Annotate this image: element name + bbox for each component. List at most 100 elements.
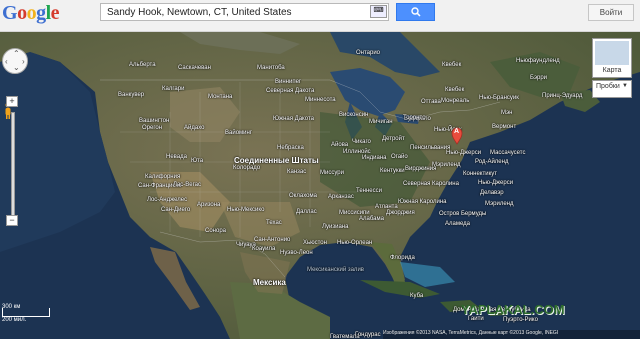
map-label[interactable]: Ванкувер [118,92,144,98]
map-label[interactable]: Техас [266,220,282,226]
search-button[interactable] [396,3,435,21]
map-label[interactable]: Миссури [320,170,344,176]
map-label[interactable]: Пуэрто-Рико [503,317,538,323]
map-label[interactable]: Джорджия [386,210,415,216]
map-label[interactable]: Нью-Брансуик [479,95,519,101]
map-label[interactable]: Соединенные Штаты [234,156,319,165]
map-label[interactable]: Мексика [253,278,286,287]
map-label[interactable]: Сан-Диего [161,207,190,213]
traffic-toggle[interactable]: Пробки ▼ [592,80,632,98]
map-label[interactable]: Пенсильвания [410,145,450,151]
map-label[interactable]: Торонто [403,115,426,121]
map-label[interactable]: Даллас [296,209,317,215]
map-label[interactable]: Онтарио [356,50,380,56]
map-label[interactable]: Хьюстон [303,240,327,246]
map-label[interactable]: Куба [410,293,423,299]
map-label[interactable]: Оттава [421,99,441,105]
map-label[interactable]: Миннесота [305,97,336,103]
map-label[interactable]: Южная Дакота [273,116,314,122]
map-label[interactable]: Мэн [501,110,512,116]
map-label[interactable]: Нью-Джерси [446,150,481,156]
zoom-in-button[interactable]: + [6,96,18,107]
map-label[interactable]: Детройт [382,136,405,142]
map-label[interactable]: Монреаль [441,98,469,104]
map-label[interactable]: Флорида [390,255,415,261]
zoom-slider-track[interactable] [11,112,15,224]
map-label[interactable]: Северная Дакота [266,88,314,94]
pan-left-icon[interactable]: ‹ [5,57,8,66]
map-label[interactable]: Мэриленд [485,201,513,207]
google-logo[interactable]: Google [2,2,60,25]
map-label[interactable]: Коауила [252,246,275,252]
map-label[interactable]: Сан-Антонио [254,237,290,243]
search-input[interactable]: Sandy Hook, Newtown, CT, United States [100,3,389,21]
map-label[interactable]: Индиана [362,155,386,161]
map-label[interactable]: Бэрри [530,75,547,81]
zoom-out-button[interactable]: − [6,215,18,226]
map-label[interactable]: Нью-Орлеан [337,240,372,246]
marker-label: A [454,128,460,135]
map-label[interactable]: Вашингтон [139,118,169,124]
map-label[interactable]: Массачусетс [490,150,525,156]
location-marker[interactable]: A [451,127,463,145]
map-label[interactable]: Квебек [442,62,461,68]
map-type-thumbnail [595,41,629,65]
pan-right-icon[interactable]: › [22,57,25,66]
map-label[interactable]: Калифорния [145,174,180,180]
map-label[interactable]: Нью-Джерси [478,180,513,186]
map-label[interactable]: Канзас [287,169,306,175]
map-label[interactable]: Мичиган [369,119,393,125]
login-button[interactable]: Войти [588,4,634,21]
map-label[interactable]: Лас-Вегас [173,182,201,188]
pan-control[interactable]: ⌃ ‹ › ⌄ [2,48,28,74]
map-label[interactable]: Монтана [208,94,232,100]
map-label[interactable]: Колорадо [233,165,260,171]
map-label[interactable]: Саскачеван [178,65,211,71]
map-label[interactable]: Аламеда [445,221,470,227]
map-label[interactable]: Оклахома [289,193,317,199]
map-label[interactable]: Арканзас [328,194,354,200]
map-label[interactable]: Алабама [359,216,384,222]
map-label[interactable]: Сонора [205,228,226,234]
map-label[interactable]: Южная Каролина [398,199,447,205]
map-label[interactable]: Манитоба [257,65,285,71]
map-label[interactable]: Невада [166,154,187,160]
map-type-label: Карта [602,67,622,74]
map-label[interactable]: Северная Каролина [403,181,459,187]
map-label[interactable]: Юта [191,158,203,164]
map-label[interactable]: Квебек [445,87,464,93]
map-label[interactable]: Чикаго [352,139,371,145]
map-label[interactable]: Висконсин [339,112,368,118]
map-label[interactable]: Альберта [129,62,156,68]
map-label[interactable]: Теннесси [356,188,382,194]
map-label[interactable]: Нуэво-Леон [280,250,313,256]
map-label[interactable]: Огайо [391,154,408,160]
map-label[interactable]: Нью-Мексико [227,207,264,213]
map-label[interactable]: Остров Бермуды [439,211,486,217]
map-label[interactable]: Род-Айленд [475,159,508,165]
map-type-control[interactable]: Карта [592,38,632,78]
map-label[interactable]: Небраска [277,145,304,151]
map-label[interactable]: Виннипег [275,79,301,85]
map-label[interactable]: Луизиана [322,224,348,230]
map-label[interactable]: Аризона [197,202,220,208]
map-label[interactable]: Калгари [162,86,184,92]
map-label[interactable]: Айдахо [184,125,204,131]
map-label[interactable]: Гондурас [355,332,381,338]
keyboard-icon[interactable]: ⌨ [370,5,387,18]
map-label[interactable]: Орегон [142,125,162,131]
map-label[interactable]: Ньюфаундленд [516,58,560,64]
map-label[interactable]: Делавэр [480,190,504,196]
map-label[interactable]: Принц-Эдуард [542,93,582,99]
map-label[interactable]: Мексиканский залив [307,267,364,273]
map-label[interactable]: Вирджиния [405,166,436,172]
map-viewport[interactable]: Онтарио Альберта Саскачеван Манитоба Квебек Н… [0,32,640,339]
map-label[interactable]: Лос-Анджелес [147,197,187,203]
pan-down-icon[interactable]: ⌄ [13,63,20,72]
map-label[interactable]: Вермонт [492,124,516,130]
map-label[interactable]: Айова [331,142,348,148]
map-label[interactable]: Кентукки [380,168,405,174]
pan-up-icon[interactable]: ⌃ [13,49,20,58]
map-label[interactable]: Вайоминг [225,130,252,136]
map-label[interactable]: Коннектикут [463,171,497,177]
